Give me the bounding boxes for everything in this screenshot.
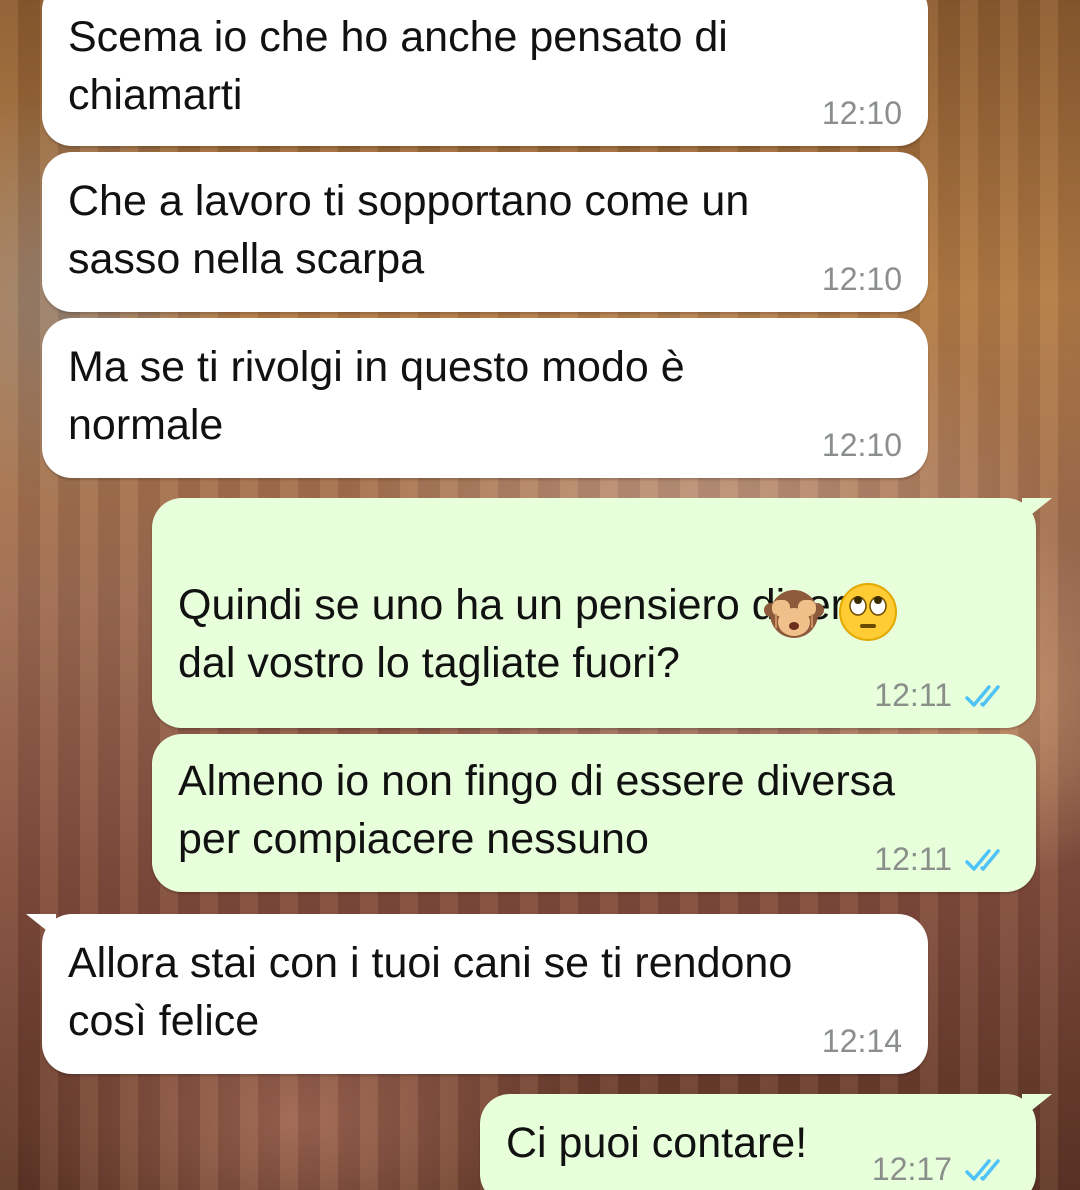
message-timestamp: 12:11 [874, 841, 952, 877]
bubble-tail [1022, 1094, 1052, 1118]
message-bubble-incoming[interactable]: Che a lavoro ti sopportano come un sasso… [42, 152, 928, 312]
message-bubble-incoming[interactable]: Allora stai con i tuoi cani se ti rendon… [26, 914, 928, 1074]
message-text: Allora stai con i tuoi cani se ti rendon… [68, 939, 793, 1045]
message-meta: 12:10 [822, 261, 902, 298]
emoji-group [756, 580, 900, 644]
message-bubble-outgoing[interactable]: Ci puoi contare! 12:17 [480, 1094, 1052, 1190]
message-timestamp: 12:14 [821, 1023, 902, 1059]
message-bubble-incoming[interactable]: Ma se ti rivolgi in questo modo è normal… [42, 318, 928, 478]
read-double-check-icon [965, 1158, 1000, 1181]
message-meta: 12:11 [874, 677, 1010, 714]
message-text: Ma se ti rivolgi in questo modo è normal… [68, 343, 685, 449]
message-meta: 12:11 [874, 841, 1010, 878]
message-meta: 12:17 [872, 1151, 1010, 1188]
message-text: Ci puoi contare! [506, 1119, 808, 1167]
message-bubble-outgoing[interactable]: Almeno io non fingo di essere diversa pe… [152, 734, 1036, 892]
message-meta: 12:10 [822, 95, 902, 132]
bubble-tail [1022, 498, 1052, 522]
see-no-evil-monkey-icon [764, 590, 824, 638]
message-timestamp: 12:10 [821, 427, 902, 463]
message-timestamp: 12:10 [821, 261, 902, 297]
bubble-tail [26, 914, 56, 938]
message-text: Almeno io non fingo di essere diversa pe… [178, 757, 896, 863]
message-meta: 12:14 [822, 1023, 902, 1060]
message-timestamp: 12:17 [871, 1151, 952, 1187]
read-double-check-icon [965, 848, 1000, 871]
message-timestamp: 12:11 [874, 677, 952, 713]
read-double-check-icon [965, 684, 1000, 707]
message-bubble-incoming[interactable]: Scema io che ho anche pensato di chiamar… [42, 0, 928, 146]
message-bubble-outgoing[interactable]: Quindi se uno ha un pensiero diverso dal… [152, 498, 1052, 728]
message-text: Scema io che ho anche pensato di chiamar… [68, 13, 728, 119]
message-timestamp: 12:10 [821, 95, 902, 131]
eye-roll-face-icon [839, 583, 897, 641]
message-text: Che a lavoro ti sopportano come un sasso… [68, 177, 750, 283]
message-meta: 12:10 [822, 427, 902, 464]
